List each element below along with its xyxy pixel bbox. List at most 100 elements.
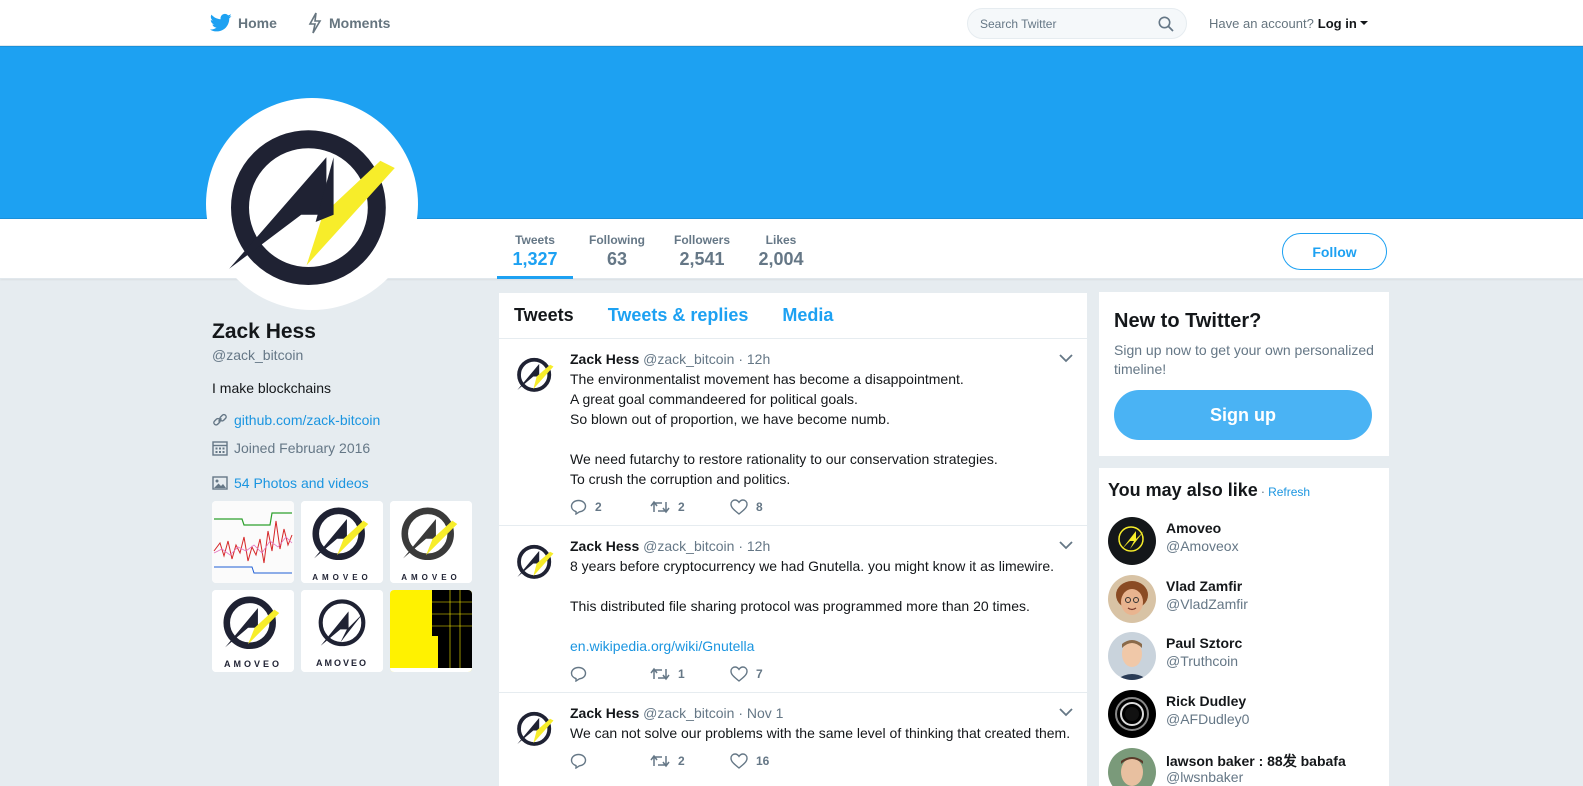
like-button[interactable]: 16 [730, 753, 810, 769]
suggested-user-name[interactable]: Paul Sztorc [1166, 635, 1242, 651]
retweet-button[interactable]: 1 [650, 667, 730, 681]
caret-down-icon[interactable] [1359, 19, 1369, 27]
search-input[interactable] [980, 16, 1158, 31]
tweet-author-handle[interactable]: @zack_bitcoin [643, 538, 734, 554]
reply-button[interactable]: 2 [570, 499, 650, 515]
stat-likes[interactable]: Likes 2,004 [756, 219, 806, 279]
stat-tweets[interactable]: Tweets 1,327 [497, 219, 573, 279]
like-count: 7 [756, 667, 763, 681]
tweet-actions: 2 2 8 [570, 489, 1072, 525]
profile-website-link[interactable]: github.com/zack-bitcoin [234, 412, 380, 428]
chevron-down-icon[interactable] [1059, 540, 1073, 550]
retweet-icon [650, 500, 670, 514]
avatar[interactable] [1108, 690, 1156, 738]
retweet-count: 2 [678, 500, 685, 514]
heart-icon [730, 753, 748, 769]
tweet-timestamp[interactable]: · 12h [738, 351, 770, 367]
stat-followers[interactable]: Followers 2,541 [671, 219, 733, 279]
tweet-line: To crush the corruption and politics. [570, 471, 791, 487]
tweet-link[interactable]: en.wikipedia.org/wiki/Gnutella [570, 638, 754, 654]
suggested-user-name[interactable]: Amoveo [1166, 520, 1221, 536]
tweet-avatar[interactable] [514, 353, 556, 395]
tweet[interactable]: Zack Hess @zack_bitcoin · 12h 8 years be… [499, 526, 1087, 693]
stat-label: Followers [673, 233, 730, 247]
signup-button[interactable]: Sign up [1114, 390, 1372, 440]
tweet-line: This distributed file sharing protocol w… [570, 598, 1030, 614]
retweet-icon [650, 754, 670, 768]
avatar[interactable] [1108, 517, 1156, 565]
photo-thumb-logo[interactable]: AMOVEO [301, 590, 383, 672]
photos-videos-link[interactable]: 54 Photos and videos [234, 475, 369, 491]
tweet-author-name[interactable]: Zack Hess [570, 705, 639, 721]
chevron-down-icon[interactable] [1059, 353, 1073, 363]
calendar-icon [212, 441, 228, 456]
avatar[interactable] [1108, 632, 1156, 680]
suggested-user-handle: @Truthcoin [1166, 653, 1239, 669]
tweet-author-name[interactable]: Zack Hess [570, 538, 639, 554]
nav-home-label: Home [238, 15, 277, 31]
tweet-text: We can not solve our problems with the s… [570, 723, 1072, 743]
follow-button[interactable]: Follow [1282, 233, 1387, 270]
tweet-author-name[interactable]: Zack Hess [570, 351, 639, 367]
tweet-avatar[interactable] [514, 540, 556, 582]
suggested-user[interactable]: Vlad Zamfir @VladZamfir [1108, 575, 1378, 625]
signup-subtitle: Sign up now to get your own personalized… [1114, 342, 1374, 377]
suggested-user-name[interactable]: Rick Dudley [1166, 693, 1246, 709]
tab-media[interactable]: Media [782, 305, 833, 326]
photo-thumb-logo[interactable]: AMOVEO [301, 501, 383, 583]
top-navigation: Home Moments Have an account? Log in [0, 0, 1583, 46]
tweet-header: Zack Hess @zack_bitcoin · 12h [570, 349, 1072, 369]
reply-button[interactable] [570, 753, 650, 769]
stat-following[interactable]: Following 63 [586, 219, 648, 279]
tab-tweets-replies[interactable]: Tweets & replies [608, 305, 749, 326]
retweet-button[interactable]: 2 [650, 500, 730, 514]
photo-thumb-chart[interactable] [212, 501, 294, 583]
tweet[interactable]: Zack Hess @zack_bitcoin · Nov 1 We can n… [499, 693, 1087, 779]
suggested-user[interactable]: Amoveo @Amoveox [1108, 517, 1378, 567]
profile-avatar[interactable] [206, 98, 418, 310]
photo-thumb-logo[interactable]: AMOVEO [212, 590, 294, 672]
profile-bio: I make blockchains [212, 380, 332, 396]
like-button[interactable]: 8 [730, 499, 810, 515]
signup-card: New to Twitter? Sign up now to get your … [1099, 292, 1389, 456]
refresh-link[interactable]: Refresh [1268, 485, 1310, 499]
avatar[interactable] [1108, 575, 1156, 623]
chevron-down-icon[interactable] [1059, 707, 1073, 717]
thumb-caption: AMOVEO [312, 573, 372, 582]
suggested-user-name[interactable]: lawson baker : 88发 babafa [1166, 751, 1346, 771]
stat-value: 2,004 [758, 249, 804, 269]
suggested-user-name[interactable]: Vlad Zamfir [1166, 578, 1242, 594]
suggested-user[interactable]: Rick Dudley @AFDudley0 [1108, 690, 1378, 740]
reply-icon [570, 666, 587, 682]
photo-thumb-logo[interactable]: AMOVEO [390, 501, 472, 583]
nav-moments[interactable]: Moments [307, 0, 390, 46]
tweet-avatar[interactable] [514, 707, 556, 749]
tweet-timestamp[interactable]: · Nov 1 [738, 705, 783, 721]
search-icon[interactable] [1158, 16, 1174, 32]
search-box [967, 8, 1187, 39]
tab-tweets[interactable]: Tweets [514, 305, 574, 326]
tweet-header: Zack Hess @zack_bitcoin · 12h [570, 536, 1072, 556]
like-count: 16 [756, 754, 770, 768]
tweet-line: A great goal commandeered for political … [570, 391, 858, 407]
reply-icon [570, 499, 587, 515]
stat-label: Tweets [515, 233, 555, 247]
suggested-user[interactable]: lawson baker : 88发 babafa @lwsnbaker [1108, 748, 1378, 786]
nav-home[interactable]: Home [210, 0, 277, 46]
login-link[interactable]: Log in [1318, 16, 1357, 31]
tweet[interactable]: Zack Hess @zack_bitcoin · 12h The enviro… [499, 339, 1087, 526]
profile-photos-row: 54 Photos and videos [212, 475, 369, 491]
tweet-author-handle[interactable]: @zack_bitcoin [643, 351, 734, 367]
tweet-author-handle[interactable]: @zack_bitcoin [643, 705, 734, 721]
tweet-actions: 1 7 [570, 656, 1072, 692]
reply-button[interactable] [570, 666, 650, 682]
retweet-button[interactable]: 2 [650, 754, 730, 768]
suggested-user[interactable]: Paul Sztorc @Truthcoin [1108, 632, 1378, 682]
profile-joined-row: Joined February 2016 [212, 440, 370, 456]
thumb-caption: AMOVEO [315, 658, 368, 668]
like-button[interactable]: 7 [730, 666, 810, 682]
photo-thumb-pattern[interactable] [390, 590, 472, 672]
stat-label: Likes [765, 233, 797, 247]
avatar[interactable] [1108, 748, 1156, 786]
tweet-timestamp[interactable]: · 12h [738, 538, 770, 554]
